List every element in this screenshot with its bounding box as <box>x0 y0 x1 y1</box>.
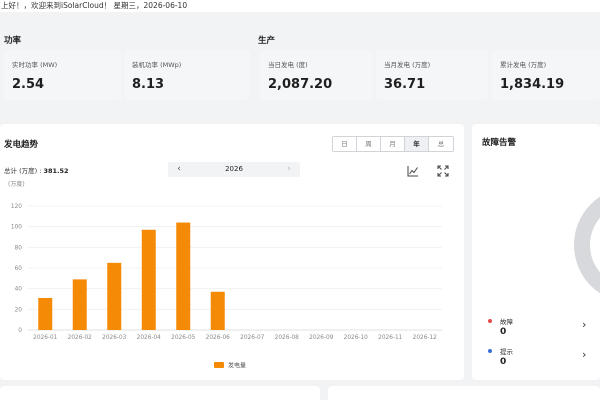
x-tick-label: 2026-12 <box>413 335 438 341</box>
power-title: 功率 <box>4 36 22 46</box>
installed-power-value: 8.13 <box>132 77 165 92</box>
y-tick-label: 60 <box>15 266 23 272</box>
chevron-right-icon[interactable]: › <box>582 318 586 331</box>
tab-total[interactable]: 总 <box>429 137 453 151</box>
x-tick-label: 2026-06 <box>206 335 231 341</box>
fullscreen-icon[interactable] <box>436 164 450 178</box>
legend-swatch <box>214 362 224 368</box>
y-tick-label: 0 <box>18 328 22 334</box>
tab-year[interactable]: 年 <box>405 137 429 151</box>
greeting-text: 上好！，欢迎来到iSolarCloud！ 星期三，2026-06-10 <box>0 0 600 12</box>
month-gen-panel: 当月发电 (万度) 36.71 <box>376 50 488 100</box>
bar <box>176 222 191 330</box>
period-selector: 日 周 月 年 总 <box>332 136 454 152</box>
x-tick-label: 2026-11 <box>378 335 403 341</box>
total-gen-label: 累计发电 (万度) <box>500 61 547 69</box>
bar <box>107 262 122 330</box>
trend-title: 发电趋势 <box>4 140 39 150</box>
y-tick-label: 80 <box>15 245 23 251</box>
month-gen-label: 当月发电 (万度) <box>384 61 431 69</box>
alarm-fault-label: 故障 <box>500 318 513 326</box>
bottom-card-right <box>328 386 600 400</box>
bar <box>72 279 87 330</box>
alarm-item-fault[interactable]: 故障 0 <box>488 316 513 337</box>
power-card: 功率 实时功率 (MW) 2.54 装机功率 (MWp) 8.13 <box>0 28 250 102</box>
alarm-fault-value: 0 <box>500 327 507 337</box>
realtime-power-value: 2.54 <box>12 77 45 92</box>
alarm-item-notice[interactable]: 提示 0 <box>488 346 513 367</box>
total-gen-panel: 累计发电 (万度) 1,834.19 <box>492 50 600 100</box>
alarm-title: 故障告警 <box>482 138 517 148</box>
x-tick-label: 2026-01 <box>33 335 58 341</box>
y-axis-unit: (万度) <box>8 181 25 188</box>
generation-card: 生产 当日发电 (度) 2,087.20 当月发电 (万度) 36.71 累计发… <box>256 28 600 102</box>
x-tick-label: 2026-02 <box>68 335 93 341</box>
today-gen-value: 2,087.20 <box>268 77 333 92</box>
alarm-notice-label: 提示 <box>500 348 513 356</box>
tab-week[interactable]: 周 <box>357 137 381 151</box>
trend-total-value: 381.52 <box>43 167 69 175</box>
chevron-right-icon[interactable]: › <box>582 348 586 361</box>
year-value: 2026 <box>225 165 243 173</box>
x-tick-label: 2026-05 <box>171 335 196 341</box>
x-tick-label: 2026-10 <box>344 335 369 341</box>
tab-day[interactable]: 日 <box>333 137 357 151</box>
today-gen-label: 当日发电 (度) <box>268 61 308 69</box>
x-tick-label: 2026-04 <box>137 335 162 341</box>
installed-power-panel: 装机功率 (MWp) 8.13 <box>124 50 250 100</box>
x-tick-label: 2026-08 <box>275 335 300 341</box>
tab-month[interactable]: 月 <box>381 137 405 151</box>
bar <box>38 297 53 330</box>
month-gen-value: 36.71 <box>384 77 426 92</box>
trend-total-label: 总计 (万度) : <box>4 167 42 175</box>
total-gen-value: 1,834.19 <box>500 77 565 92</box>
realtime-power-panel: 实时功率 (MW) 2.54 <box>4 50 122 100</box>
trend-total: 总计 (万度) : 381.52 <box>4 165 69 175</box>
realtime-power-label: 实时功率 (MW) <box>12 61 58 69</box>
bottom-card-left <box>0 386 320 400</box>
line-chart-icon[interactable] <box>406 164 420 178</box>
fault-alarm-card: 故障告警 故障 0 › 提示 0 › <box>472 124 600 380</box>
x-tick-label: 2026-07 <box>240 335 265 341</box>
bar <box>141 229 156 330</box>
generation-trend-card: 0 20 40 60 80 100 120 2026-01 2026-02 2026-03 2026… <box>0 124 464 380</box>
y-tick-label: 20 <box>15 307 23 313</box>
generation-title: 生产 <box>258 36 276 46</box>
chevron-right-icon[interactable]: › <box>282 162 296 177</box>
today-gen-panel: 当日发电 (度) 2,087.20 <box>260 50 372 100</box>
x-tick-label: 2026-03 <box>102 335 127 341</box>
donut-chart-edge <box>574 196 600 294</box>
legend-label: 发电量 <box>228 362 246 370</box>
year-picker: ‹ 2026 › <box>168 162 300 177</box>
notice-dot <box>488 349 492 353</box>
bar <box>210 291 225 330</box>
y-tick-label: 40 <box>15 287 23 293</box>
fault-dot <box>488 319 492 323</box>
y-tick-label: 100 <box>11 225 22 231</box>
y-tick-label: 120 <box>11 204 22 210</box>
alarm-notice-value: 0 <box>500 357 507 367</box>
x-tick-label: 2026-09 <box>309 335 334 341</box>
installed-power-label: 装机功率 (MWp) <box>132 61 182 69</box>
